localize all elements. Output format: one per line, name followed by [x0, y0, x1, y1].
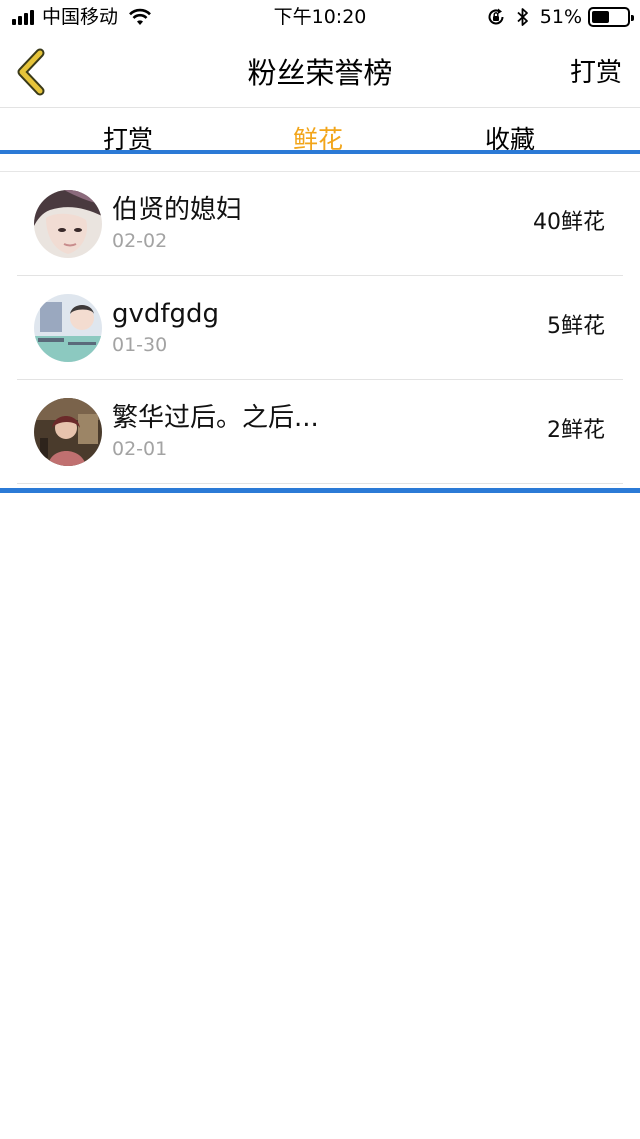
tab-indicator-rule [0, 150, 640, 154]
fan-date: 02-01 [112, 438, 168, 460]
tab-bar: 打赏 鲜花 收藏 [0, 109, 640, 153]
list-bottom-rule [0, 488, 640, 493]
tab-flowers[interactable]: 鲜花 [258, 123, 378, 153]
avatar [34, 398, 102, 466]
status-right: 51% [486, 6, 634, 28]
battery-level-fill [592, 11, 609, 23]
nav-bar: 粉丝荣誉榜 打赏 [0, 36, 640, 108]
list-item[interactable]: gvdfgdg 01-30 5鲜花 [17, 276, 623, 380]
tab-reward[interactable]: 打赏 [68, 123, 188, 153]
flower-count: 2鲜花 [547, 418, 605, 443]
battery-tip [631, 15, 634, 21]
reward-button[interactable]: 打赏 [570, 56, 622, 90]
list-item[interactable]: 繁华过后。之后... 02-01 2鲜花 [17, 380, 623, 484]
avatar [34, 294, 102, 362]
fan-name: 伯贤的媳妇 [112, 195, 243, 225]
fan-date: 02-02 [112, 230, 168, 252]
battery-percent: 51% [539, 6, 582, 28]
fan-name: gvdfgdg [112, 299, 220, 329]
flower-count: 5鲜花 [547, 314, 605, 339]
status-bar: 中国移动 下午10:20 51% [0, 0, 640, 36]
battery-icon [588, 7, 634, 27]
fan-date: 01-30 [112, 334, 168, 356]
avatar [34, 190, 102, 258]
flower-count: 40鲜花 [533, 210, 605, 235]
tab-favorites[interactable]: 收藏 [450, 123, 570, 153]
bluetooth-icon [517, 8, 528, 26]
list-item[interactable]: 伯贤的媳妇 02-02 40鲜花 [17, 172, 623, 276]
fan-name: 繁华过后。之后... [112, 403, 319, 433]
rotation-lock-icon [488, 8, 504, 25]
fan-list: 伯贤的媳妇 02-02 40鲜花 gvdfgdg 01-30 5鲜花 繁华过后。… [0, 172, 640, 484]
page-title: 粉丝荣誉榜 [247, 56, 393, 90]
